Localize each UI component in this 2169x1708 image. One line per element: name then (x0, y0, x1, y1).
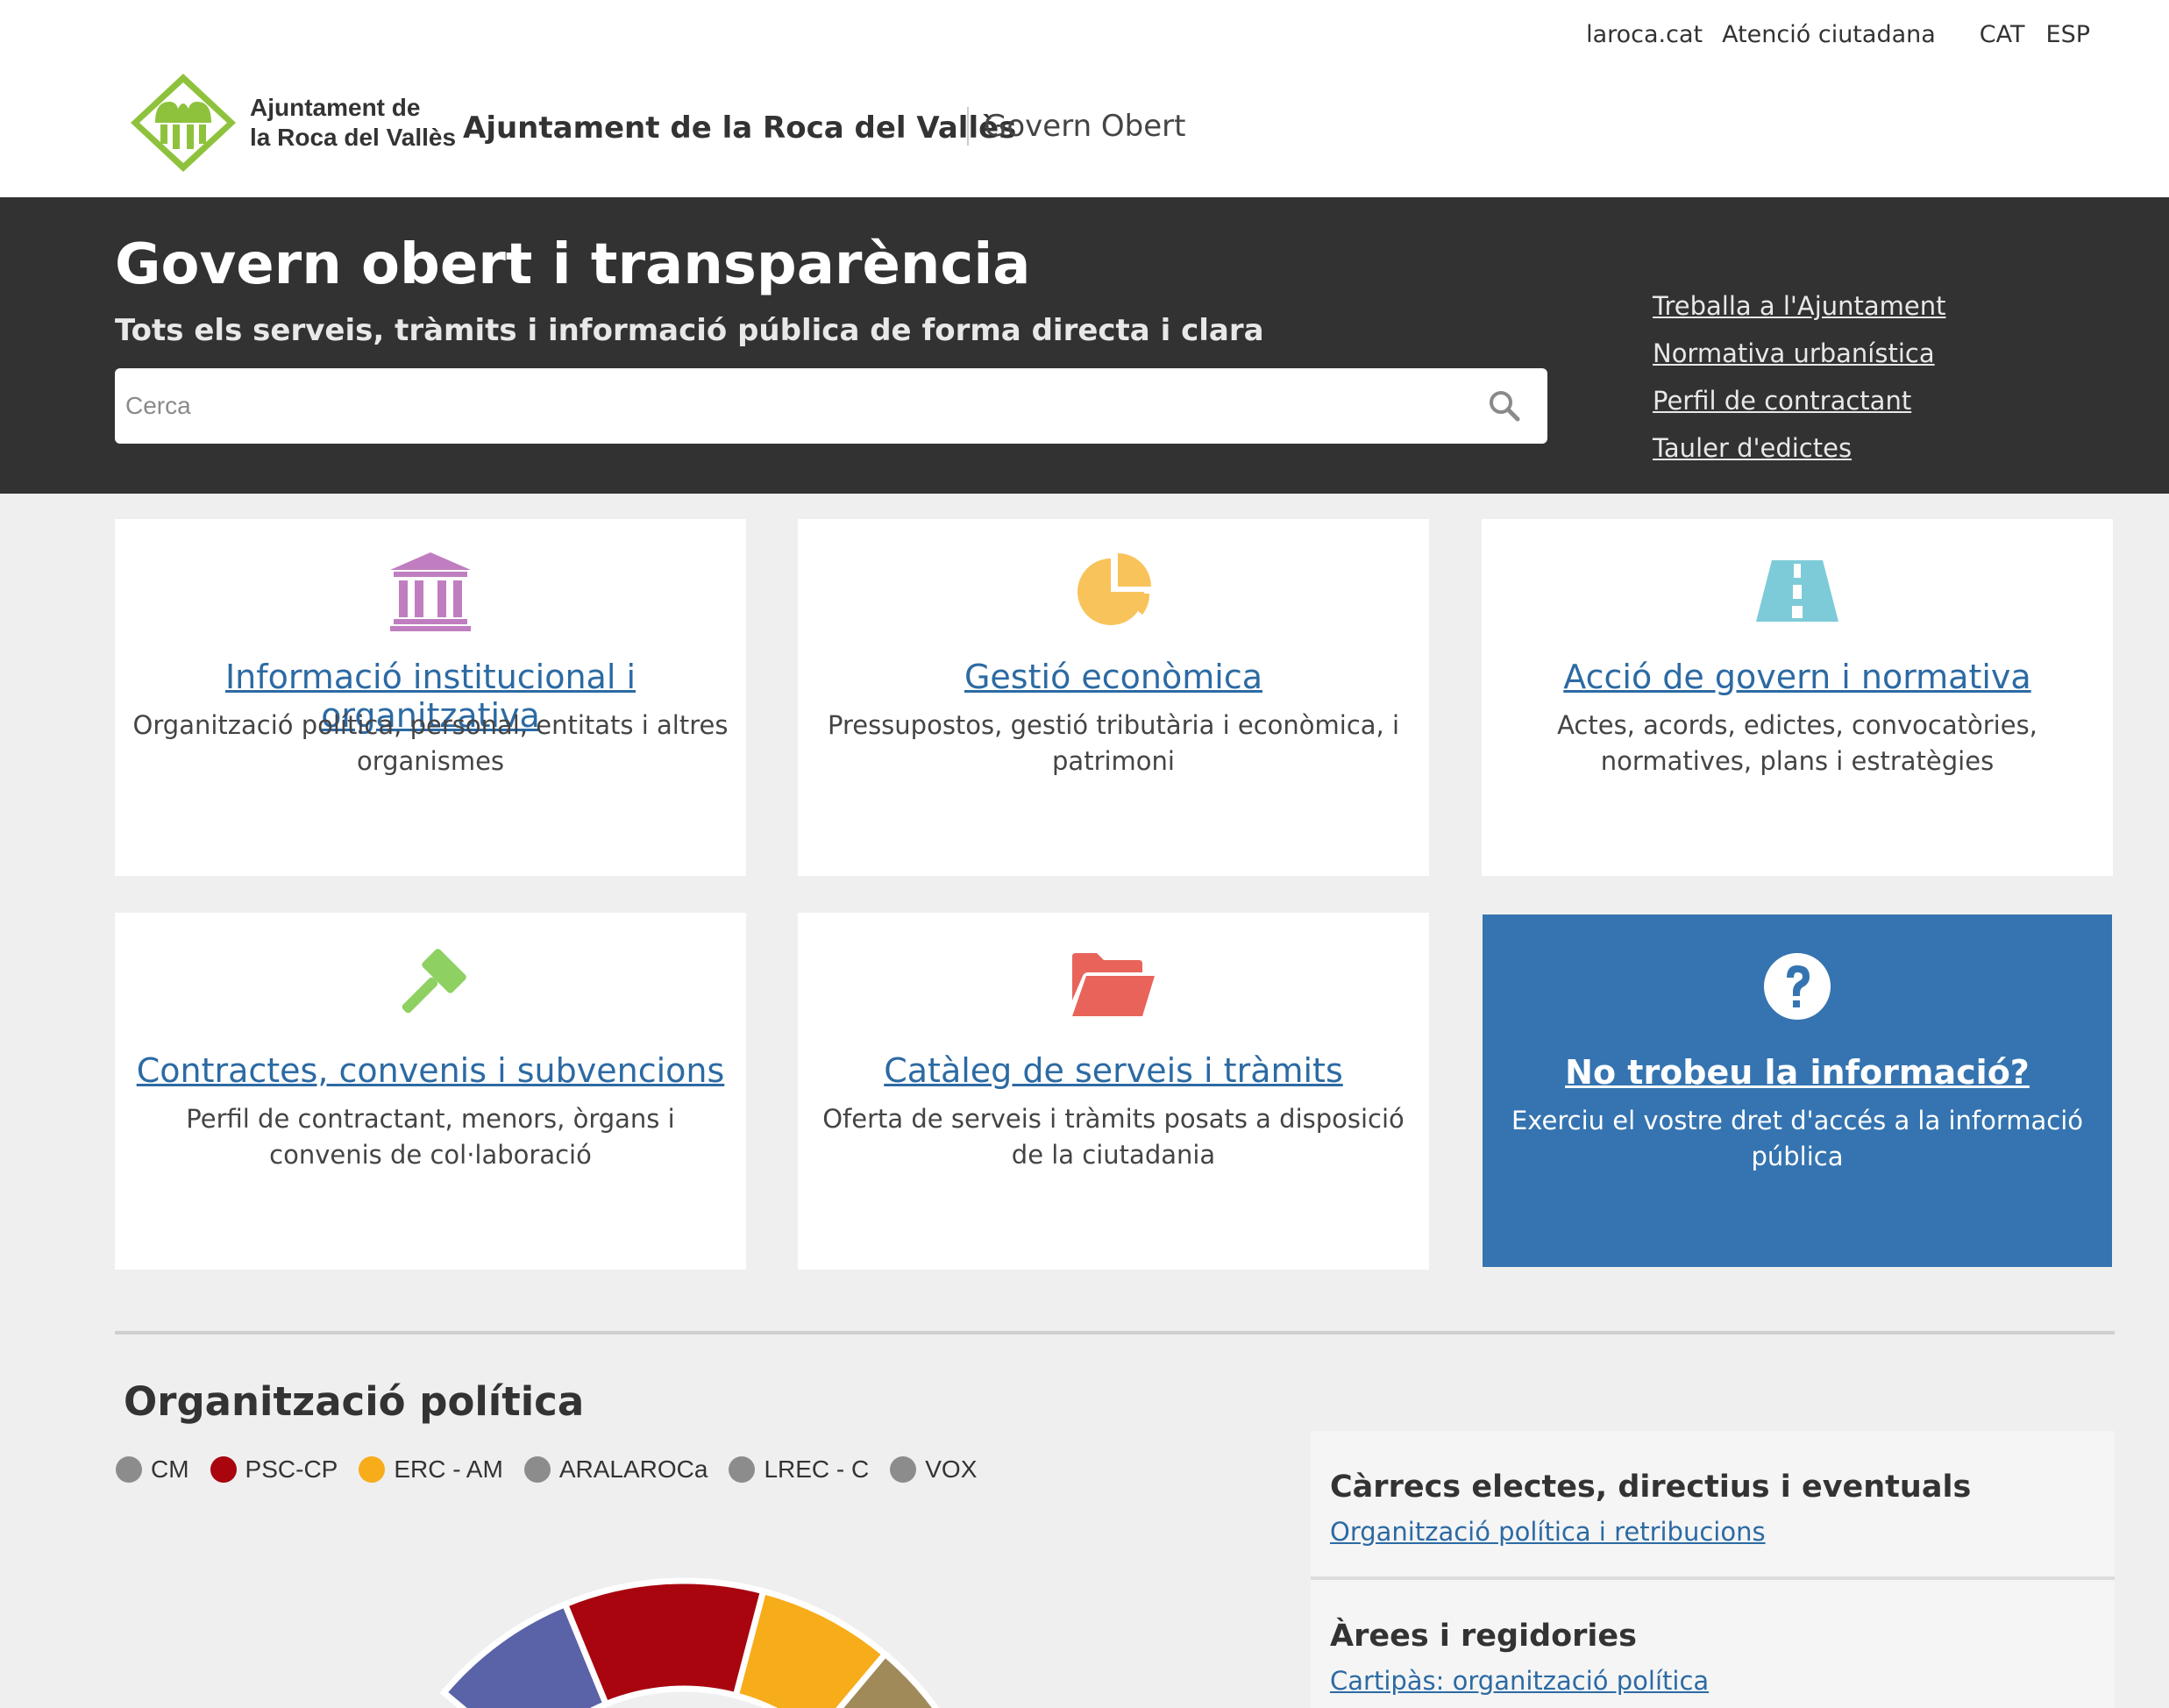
lang-esp[interactable]: ESP (2046, 21, 2090, 48)
legend-item-psc[interactable]: PSC-CP (210, 1455, 338, 1484)
logo-text: Ajuntament de la Roca del Vallès (250, 93, 456, 153)
party-legend: CM PSC-CP ERC - AM ARALAROCa LREC - C VO… (116, 1455, 998, 1484)
link-tauler-edictes[interactable]: Tauler d'edictes (1653, 424, 1946, 472)
page-subtitle: Tots els serveis, tràmits i informació p… (115, 313, 1264, 348)
card-title[interactable]: Acció de govern i normativa (1490, 658, 2104, 696)
political-links-panel: Càrrecs electes, directius i eventuals O… (1311, 1431, 2115, 1708)
link-normativa-urbanistica[interactable]: Normativa urbanística (1653, 330, 1946, 377)
top-links: laroca.cat Atenció ciutadana CAT ESP (1567, 21, 2090, 48)
card-description: Organització política, personal, entitat… (132, 710, 729, 776)
quick-links: Treballa a l'Ajuntament Normativa urbaní… (1653, 282, 1946, 472)
card-description: Exerciu el vostre dret d'accés a la info… (1511, 1106, 2084, 1171)
card-description: Pressupostos, gestió tributària i econòm… (827, 710, 1400, 776)
seat-distribution-chart (439, 1577, 940, 1708)
card-no-trobeu-informacio[interactable]: No trobeu la informació? Exerciu el vost… (1483, 914, 2112, 1267)
card-title[interactable]: Contractes, convenis i subvencions (124, 1051, 737, 1090)
panel-heading: Càrrecs electes, directius i eventuals (1330, 1470, 1972, 1505)
panel-arees: Àrees i regidories Cartipàs: organitzaci… (1311, 1580, 2115, 1708)
folder-open-icon (1072, 953, 1155, 1016)
card-title[interactable]: Gestió econòmica (807, 658, 1420, 696)
card-description: Perfil de contractant, menors, òrgans i … (186, 1104, 675, 1170)
page-title: Govern obert i transparència (115, 232, 1031, 297)
panel-heading: Àrees i regidories (1330, 1619, 1637, 1654)
legend-item-erc[interactable]: ERC - AM (359, 1455, 503, 1484)
card-title[interactable]: No trobeu la informació? (1491, 1053, 2103, 1092)
legend-dot (210, 1456, 237, 1483)
hero-banner: Govern obert i transparència Tots els se… (0, 197, 2169, 494)
legend-dot (729, 1456, 756, 1483)
lang-cat[interactable]: CAT (1980, 21, 2025, 48)
legend-label: VOX (925, 1455, 978, 1483)
legend-label: ERC - AM (394, 1455, 503, 1483)
institution-icon (390, 552, 471, 631)
brand-divider (967, 107, 969, 146)
search-input[interactable] (125, 368, 1458, 444)
legend-dot (523, 1456, 551, 1483)
panel-carrecs: Càrrecs electes, directius i eventuals O… (1311, 1431, 2115, 1580)
legend-item-cm[interactable]: CM (116, 1455, 189, 1484)
gavel-icon (402, 949, 466, 1014)
card-gestio-economica[interactable]: Gestió econòmica Pressupostos, gestió tr… (798, 519, 1429, 876)
card-accio-govern[interactable]: Acció de govern i normativa Actes, acord… (1482, 519, 2113, 876)
brand-title[interactable]: Ajuntament de la Roca del Vallès (463, 110, 1016, 146)
legend-item-lrec[interactable]: LREC - C (729, 1455, 869, 1484)
question-icon (1764, 953, 1831, 1020)
card-description: Actes, acords, edictes, convocatòries, n… (1557, 710, 2037, 776)
logo-line-2: la Roca del Vallès (250, 124, 457, 151)
legend-label: ARALAROCa (558, 1455, 708, 1483)
brand-subtitle[interactable]: Govern Obert (984, 109, 1186, 144)
link-organitzacio-retribucions[interactable]: Organització política i retribucions (1330, 1517, 1766, 1547)
card-description: Oferta de serveis i tràmits posats a dis… (822, 1104, 1405, 1170)
link-cartipas[interactable]: Cartipàs: organització política (1330, 1666, 1709, 1696)
top-link-atencio[interactable]: Atenció ciutadana (1722, 21, 1936, 48)
pie-chart-icon (1077, 553, 1151, 625)
legend-label: CM (151, 1455, 189, 1483)
card-title[interactable]: Catàleg de serveis i tràmits (807, 1051, 1420, 1090)
search-box (115, 368, 1547, 444)
legend-dot (116, 1456, 142, 1483)
legend-label: LREC - C (764, 1455, 870, 1483)
link-treballa[interactable]: Treballa a l'Ajuntament (1653, 282, 1946, 330)
card-informacio-institucional[interactable]: Informació institucional i organitzativa… (115, 519, 746, 876)
legend-dot (890, 1456, 917, 1483)
section-title-organitzacio: Organització política (124, 1378, 585, 1425)
site-header: laroca.cat Atenció ciutadana CAT ESP Aju… (0, 0, 2169, 197)
card-contractes[interactable]: Contractes, convenis i subvencions Perfi… (115, 913, 746, 1270)
section-divider (115, 1331, 2115, 1334)
link-perfil-contractant[interactable]: Perfil de contractant (1653, 377, 1946, 424)
road-icon (1756, 560, 1838, 622)
legend-item-aralaroca[interactable]: ARALAROCa (523, 1455, 708, 1484)
legend-label: PSC-CP (245, 1455, 338, 1483)
top-link-laroca[interactable]: laroca.cat (1586, 21, 1703, 48)
logo[interactable]: Ajuntament de la Roca del Vallès (127, 70, 456, 175)
search-icon[interactable] (1488, 389, 1521, 423)
legend-dot (359, 1456, 386, 1483)
legend-item-vox[interactable]: VOX (890, 1455, 977, 1484)
card-cataleg-serveis[interactable]: Catàleg de serveis i tràmits Oferta de s… (798, 913, 1429, 1270)
logo-line-1: Ajuntament de (250, 94, 421, 121)
municipal-logo-icon (131, 74, 236, 172)
